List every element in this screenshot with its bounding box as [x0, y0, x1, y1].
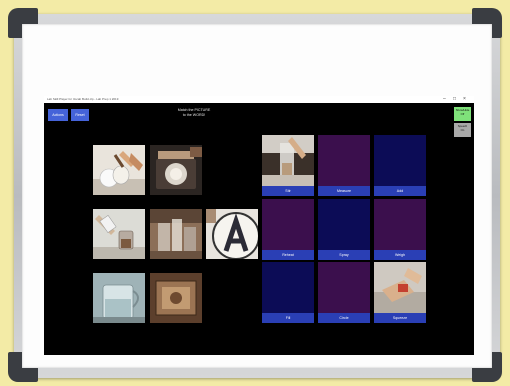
pouring-cup-photo[interactable]	[93, 145, 145, 195]
card-label: Stir	[262, 186, 314, 196]
instruction-text: Match the PICTURE to the WORD!	[164, 108, 224, 117]
app-window: Lab Skill Player for Vocab Build-Up - La…	[44, 96, 474, 355]
show-hide-button[interactable]: Show/Hide Off	[454, 107, 471, 121]
word-card[interactable]: Stir	[262, 135, 314, 196]
card-photo	[374, 262, 426, 313]
reset-button[interactable]: Reset	[71, 109, 89, 121]
card-label: Spray	[318, 250, 370, 260]
card-label: Add	[374, 186, 426, 196]
measuring-cup-photo[interactable]	[93, 273, 145, 323]
word-card[interactable]: Squeeze	[374, 262, 426, 323]
word-card[interactable]: Weigh	[374, 199, 426, 260]
speech-button[interactable]: Speech On	[454, 123, 471, 137]
word-card[interactable]: Circle	[318, 262, 370, 323]
card-face	[262, 262, 314, 313]
card-label: Squeeze	[374, 313, 426, 323]
card-face	[318, 199, 370, 250]
maximize-button[interactable]: □	[453, 96, 456, 103]
beaker-pour-photo[interactable]	[93, 209, 145, 259]
tray-photo[interactable]	[150, 273, 202, 323]
card-face	[374, 135, 426, 186]
letter-a-photo[interactable]	[206, 209, 258, 259]
card-face	[374, 199, 426, 250]
word-card[interactable]: Spray	[318, 199, 370, 260]
close-button[interactable]: ×	[463, 96, 466, 103]
minimize-button[interactable]: –	[443, 96, 446, 103]
word-card[interactable]: Fill	[262, 262, 314, 323]
card-photo	[262, 135, 314, 186]
word-card[interactable]: Add	[374, 135, 426, 196]
card-label: Circle	[318, 313, 370, 323]
glassware-photo[interactable]	[150, 209, 202, 259]
actions-button[interactable]: Actions	[48, 109, 68, 121]
show-hide-line-2: Off	[460, 111, 465, 116]
speech-line-2: On	[460, 127, 465, 132]
card-face	[318, 135, 370, 186]
scale-photo[interactable]	[150, 145, 202, 195]
card-label: Fill	[262, 313, 314, 323]
card-face	[262, 199, 314, 250]
word-card[interactable]: Reheat	[262, 199, 314, 260]
instruction-line-2: to the WORD!	[182, 112, 206, 117]
word-card[interactable]: Measure	[318, 135, 370, 196]
window-title: Lab Skill Player for Vocab Build-Up - La…	[47, 97, 119, 101]
card-label: Reheat	[262, 250, 314, 260]
card-label: Measure	[318, 186, 370, 196]
card-face	[318, 262, 370, 313]
title-bar: Lab Skill Player for Vocab Build-Up - La…	[44, 96, 474, 103]
card-label: Weigh	[374, 250, 426, 260]
